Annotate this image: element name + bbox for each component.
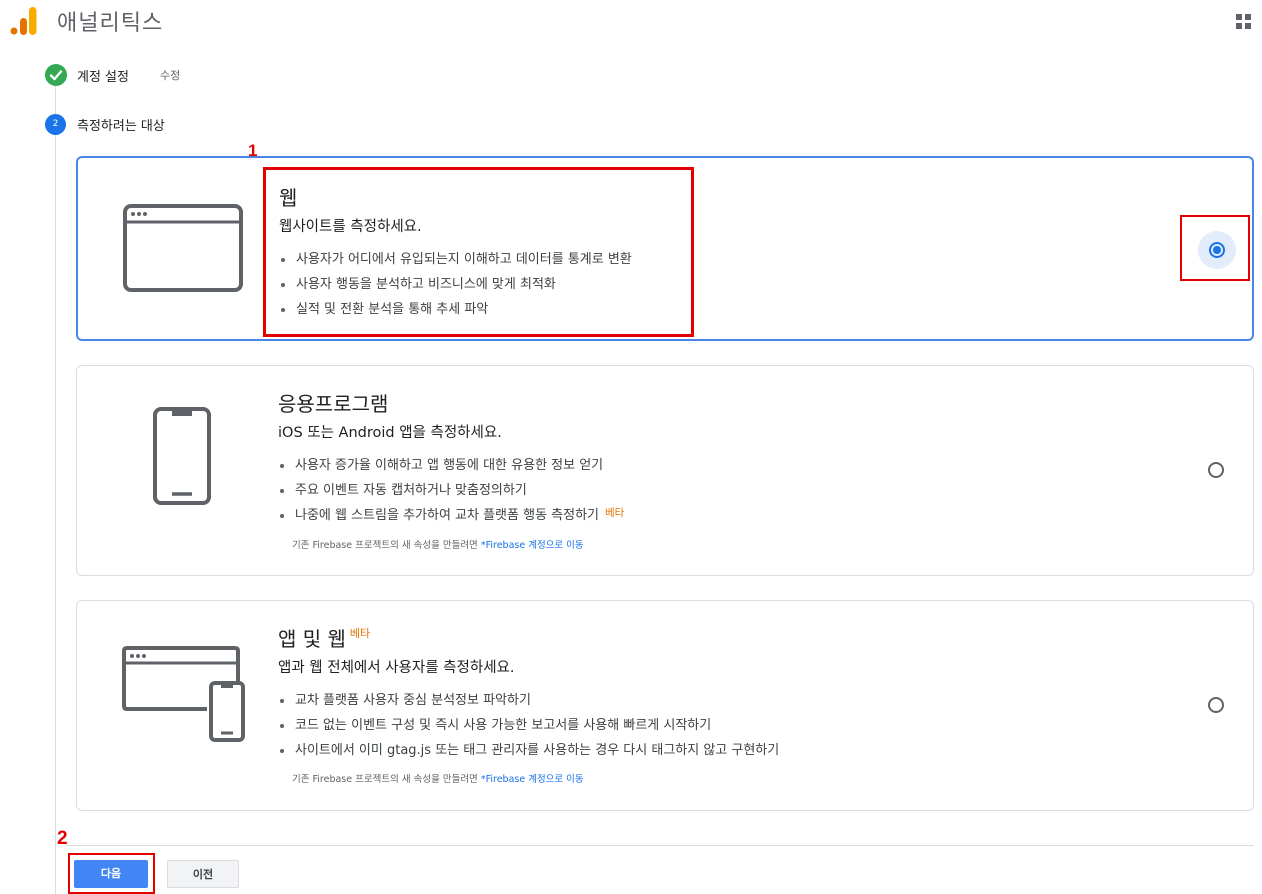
web-option-subtitle: 웹사이트를 측정하세요. xyxy=(279,219,422,235)
web-option-text: 웹 웹사이트를 측정하세요. 사용자가 어디에서 유입되는지 이해하고 데이터를… xyxy=(279,182,632,322)
app-radio-button[interactable] xyxy=(1208,462,1224,478)
step-1-title: 계정 설정 xyxy=(77,70,129,85)
list-item: 주요 이벤트 자동 캡처하거나 맞춤정의하기 xyxy=(278,478,624,503)
app-and-web-option-title: 앱 및 웹 베타 xyxy=(278,623,779,652)
step-2-number: 2 xyxy=(45,114,66,135)
firebase-account-link[interactable]: *Firebase 계정으로 이동 xyxy=(481,540,584,551)
analytics-logo-icon xyxy=(10,7,37,35)
smartphone-icon xyxy=(153,407,211,505)
footer-divider xyxy=(66,845,1254,846)
web-radio-button[interactable] xyxy=(1209,242,1225,258)
firebase-account-link[interactable]: *Firebase 계정으로 이동 xyxy=(481,774,584,785)
option-card-app[interactable]: 응용프로그램 iOS 또는 Android 앱을 측정하세요. 사용자 증가율 … xyxy=(76,365,1254,576)
firebase-note-text: 기존 Firebase 프로젝트의 새 속성을 만들려면 xyxy=(292,540,481,551)
annotation-label-2: 2 xyxy=(57,828,68,849)
browser-and-phone-icon xyxy=(122,646,245,742)
previous-button[interactable]: 이전 xyxy=(167,860,239,888)
step-1-edit-link[interactable]: 수정 xyxy=(160,67,180,83)
list-item: 사용자가 어디에서 유입되는지 이해하고 데이터를 통계로 변환 xyxy=(279,247,632,272)
app-option-title: 응용프로그램 xyxy=(278,392,389,416)
app-and-web-radio-button[interactable] xyxy=(1208,697,1224,713)
apps-grid-icon[interactable] xyxy=(1236,14,1252,30)
list-item-text: 나중에 웹 스트림을 추가하여 교차 플랫폼 행동 측정하기 xyxy=(295,508,600,523)
step-2-title: 측정하려는 대상 xyxy=(77,119,165,134)
firebase-note: 기존 Firebase 프로젝트의 새 속성을 만들려면 *Firebase 계… xyxy=(278,537,624,551)
list-item: 사용자 행동을 분석하고 비즈니스에 맞게 최적화 xyxy=(279,272,632,297)
app-title: 애널리틱스 xyxy=(57,11,164,36)
app-header: 애널리틱스 xyxy=(0,0,1262,44)
step-complete-check-icon xyxy=(45,64,67,86)
annotation-label-1: 1 xyxy=(248,141,258,160)
beta-badge: 베타 xyxy=(605,507,625,519)
list-item: 사용자 증가율 이해하고 앱 행동에 대한 유용한 정보 얻기 xyxy=(278,453,624,478)
firebase-note: 기존 Firebase 프로젝트의 새 속성을 만들려면 *Firebase 계… xyxy=(278,771,779,785)
list-item: 코드 없는 이벤트 구성 및 즉시 사용 가능한 보고서를 사용해 빠르게 시작… xyxy=(278,713,779,738)
browser-window-icon xyxy=(123,204,243,292)
stepper-line xyxy=(55,86,56,114)
app-option-text: 응용프로그램 iOS 또는 Android 앱을 측정하세요. 사용자 증가율 … xyxy=(278,388,624,551)
option-card-web[interactable]: 웹 웹사이트를 측정하세요. 사용자가 어디에서 유입되는지 이해하고 데이터를… xyxy=(76,156,1254,341)
app-and-web-option-text: 앱 및 웹 베타 앱과 웹 전체에서 사용자를 측정하세요. 교차 플랫폼 사용자… xyxy=(278,623,779,785)
beta-badge: 베타 xyxy=(349,627,371,640)
app-and-web-title-text: 앱 및 웹 xyxy=(278,627,346,651)
list-item: 교차 플랫폼 사용자 중심 분석정보 파악하기 xyxy=(278,688,779,713)
app-option-subtitle: iOS 또는 Android 앱을 측정하세요. xyxy=(278,425,502,441)
web-option-title: 웹 xyxy=(279,186,298,210)
next-button[interactable]: 다음 xyxy=(74,860,148,888)
option-card-app-and-web[interactable]: 앱 및 웹 베타 앱과 웹 전체에서 사용자를 측정하세요. 교차 플랫폼 사용자… xyxy=(76,600,1254,811)
list-item: 나중에 웹 스트림을 추가하여 교차 플랫폼 행동 측정하기 베타 xyxy=(278,503,624,529)
stepper-line xyxy=(55,135,56,894)
firebase-note-text: 기존 Firebase 프로젝트의 새 속성을 만들려면 xyxy=(292,774,481,785)
list-item: 사이트에서 이미 gtag.js 또는 태그 관리자를 사용하는 경우 다시 태… xyxy=(278,738,779,763)
app-and-web-option-subtitle: 앱과 웹 전체에서 사용자를 측정하세요. xyxy=(278,660,515,676)
list-item: 실적 및 전환 분석을 통해 추세 파악 xyxy=(279,297,632,322)
